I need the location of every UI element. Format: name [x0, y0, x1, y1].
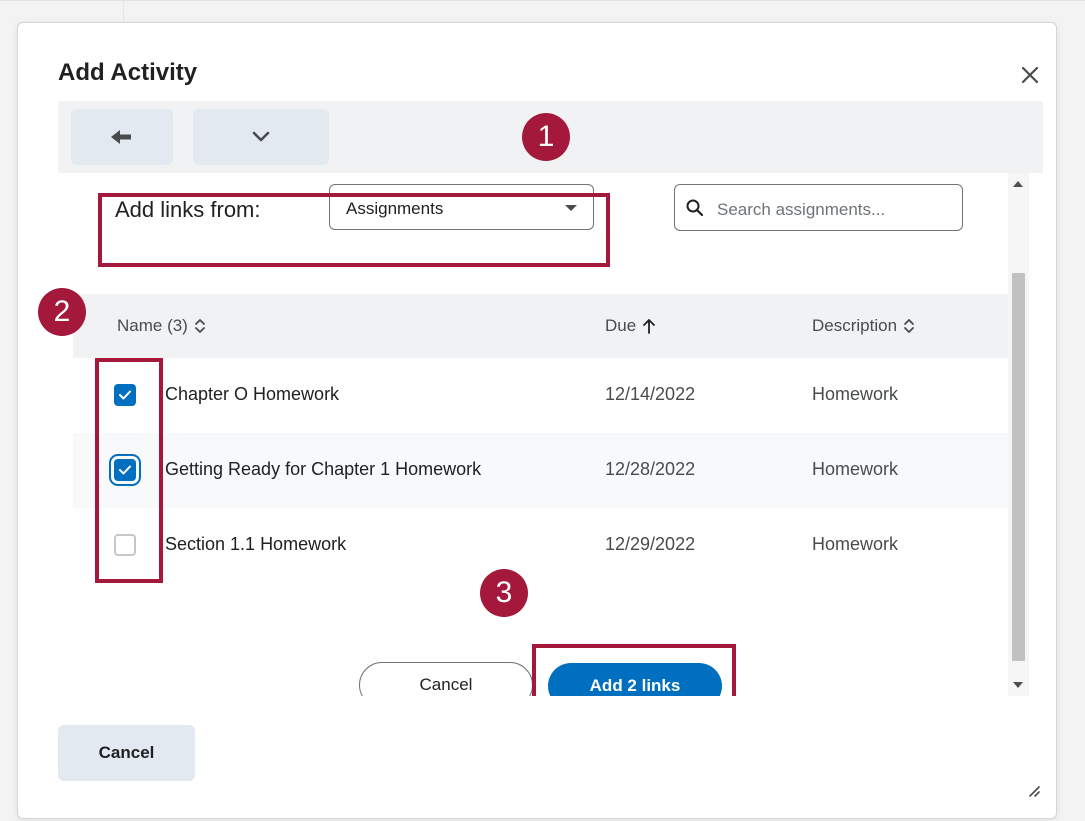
column-header-due[interactable]: Due — [605, 316, 656, 336]
table-row: Getting Ready for Chapter 1 Homework 12/… — [73, 433, 1008, 508]
row-description: Homework — [812, 534, 899, 554]
cancel-links-button[interactable]: Cancel — [359, 662, 533, 696]
column-header-name[interactable]: Name (3) — [117, 316, 206, 336]
back-button[interactable] — [71, 109, 173, 165]
close-icon — [1021, 66, 1039, 84]
arrow-up-icon — [643, 319, 656, 334]
back-arrow-icon — [111, 130, 131, 144]
row-description: Homework — [812, 384, 899, 404]
column-header-due-label: Due — [605, 316, 637, 335]
sort-icon — [904, 319, 914, 333]
column-header-description-label: Description — [812, 316, 898, 335]
callout-highlight-3 — [532, 644, 736, 696]
callout-highlight-2 — [95, 358, 163, 583]
row-name[interactable]: Section 1.1 Homework — [165, 534, 346, 555]
scrollbar[interactable] — [1008, 173, 1029, 696]
row-due: 12/29/2022 — [605, 534, 696, 554]
content-frame: Add links from: Assignments Search assig… — [58, 101, 1043, 696]
scroll-thumb[interactable] — [1012, 273, 1025, 661]
column-header-description[interactable]: Description — [812, 316, 915, 336]
search-placeholder: Search assignments... — [717, 200, 886, 219]
table-row: Chapter O Homework 12/14/2022 Homework — [73, 358, 1008, 433]
close-button[interactable] — [1016, 61, 1044, 89]
cancel-button[interactable]: Cancel — [58, 725, 195, 781]
expand-button[interactable] — [193, 109, 329, 165]
chevron-down-icon — [252, 131, 270, 142]
sort-icon — [194, 319, 205, 333]
callout-highlight-1 — [98, 193, 610, 267]
search-icon — [686, 199, 704, 217]
table-header: Name (3) Due Description — [73, 294, 1008, 358]
row-name[interactable]: Chapter O Homework — [165, 384, 339, 405]
row-name[interactable]: Getting Ready for Chapter 1 Homework — [165, 459, 481, 480]
background-divider — [0, 0, 1085, 1]
search-input[interactable]: Search assignments... — [674, 184, 963, 231]
callout-badge-1: 1 — [522, 113, 570, 161]
add-activity-dialog: Add Activity Add links from: Assignments — [17, 22, 1057, 819]
scroll-up-arrow-icon[interactable] — [1013, 181, 1023, 187]
row-due: 12/28/2022 — [605, 459, 696, 479]
row-due: 12/14/2022 — [605, 384, 696, 404]
dialog-title: Add Activity — [58, 59, 198, 86]
callout-badge-2: 2 — [38, 288, 86, 336]
table-row: Section 1.1 Homework 12/29/2022 Homework — [73, 508, 1008, 583]
column-header-name-label: Name (3) — [117, 316, 188, 335]
resize-grip-icon[interactable] — [1026, 783, 1040, 797]
row-description: Homework — [812, 459, 899, 479]
scroll-down-arrow-icon[interactable] — [1013, 682, 1023, 688]
background-divider-vertical — [123, 0, 124, 22]
callout-badge-3: 3 — [480, 569, 528, 617]
